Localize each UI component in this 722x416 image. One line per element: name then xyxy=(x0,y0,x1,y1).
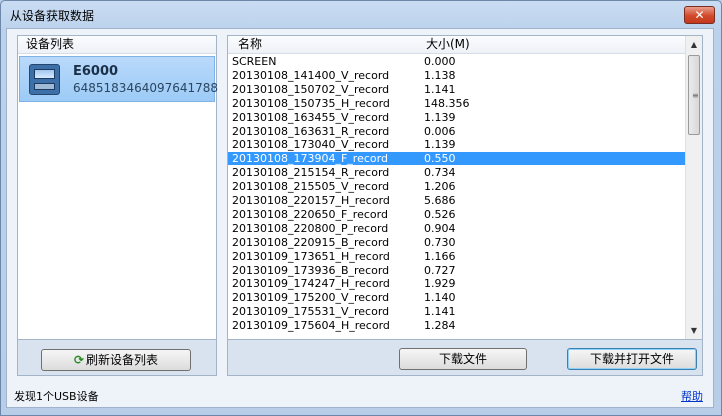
file-list-header: 名称 大小(M) xyxy=(228,36,686,54)
file-name: 20130109_175604_H_record xyxy=(232,319,390,333)
file-size: 0.727 xyxy=(424,263,456,277)
file-row[interactable]: 20130108_220800_P_record 0.904 xyxy=(228,222,686,235)
file-size: 1.139 xyxy=(424,110,456,124)
file-list-panel: 名称 大小(M) SCREEN 0.000 20130108_141400_V_re… xyxy=(227,35,703,340)
file-size: 1.166 xyxy=(424,249,456,263)
file-name: 20130109_174247_H_record xyxy=(232,277,390,291)
file-row[interactable]: 20130108_220915_B_record 0.730 xyxy=(228,236,686,249)
file-name: 20130108_220915_B_record xyxy=(232,235,390,249)
file-size: 0.526 xyxy=(424,207,456,221)
window-title: 从设备获取数据 xyxy=(10,9,95,23)
file-size: 0.000 xyxy=(424,55,456,68)
file-name: SCREEN xyxy=(232,55,277,68)
refresh-label: 刷新设备列表 xyxy=(86,353,159,367)
file-size: 1.139 xyxy=(424,138,456,152)
close-button[interactable]: ✕ xyxy=(684,6,715,24)
file-row[interactable]: 20130108_163455_V_record 1.139 xyxy=(228,111,686,124)
refresh-devices-button[interactable]: ⟳ 刷新设备列表 xyxy=(41,349,191,371)
file-size: 1.206 xyxy=(424,180,456,194)
file-name: 20130109_173936_B_record xyxy=(232,263,390,277)
file-size: 0.550 xyxy=(424,152,456,166)
file-size: 0.734 xyxy=(424,166,456,180)
file-row[interactable]: 20130109_175604_H_record 1.284 xyxy=(228,319,686,332)
download-file-button[interactable]: 下载文件 xyxy=(399,348,527,370)
file-row[interactable]: 20130108_173904_F_record 0.550 xyxy=(228,152,686,166)
file-name: 20130109_175200_V_record xyxy=(232,291,390,305)
file-size: 0.006 xyxy=(424,124,456,138)
file-row[interactable]: 20130109_175531_V_record 1.141 xyxy=(228,305,686,318)
file-size: 1.284 xyxy=(424,319,456,333)
file-row[interactable]: 20130109_174247_H_record 1.929 xyxy=(228,277,686,290)
download-open-file-button[interactable]: 下载并打开文件 xyxy=(567,348,697,370)
file-row[interactable]: 20130108_215505_V_record 1.206 xyxy=(228,180,686,193)
column-header-size[interactable]: 大小(M) xyxy=(426,36,470,53)
file-name: 20130108_220800_P_record xyxy=(232,221,389,235)
file-row[interactable]: 20130108_163631_R_record 0.006 xyxy=(228,125,686,138)
title-bar: 从设备获取数据 ✕ xyxy=(1,1,721,29)
file-size: 0.730 xyxy=(424,235,456,249)
file-row[interactable]: 20130109_175200_V_record 1.140 xyxy=(228,291,686,304)
file-name: 20130108_141400_V_record xyxy=(232,68,390,82)
device-serial: 6485183464097641788 xyxy=(73,81,219,95)
file-row[interactable]: 20130108_220157_H_record 5.686 xyxy=(228,194,686,207)
file-list-scrollbar[interactable]: ▲ ≡ ▼ xyxy=(685,36,702,339)
file-size: 1.140 xyxy=(424,291,456,305)
file-name: 20130108_173040_V_record xyxy=(232,138,390,152)
file-size: 1.138 xyxy=(424,68,456,82)
grip-icon: ≡ xyxy=(692,91,699,100)
file-size: 5.686 xyxy=(424,194,456,207)
file-name: 20130108_163631_R_record xyxy=(232,124,390,138)
help-link[interactable]: 帮助 xyxy=(681,388,703,404)
scrollbar-thumb[interactable]: ≡ xyxy=(688,55,700,135)
device-name: E6000 xyxy=(73,64,119,79)
device-item[interactable]: E6000 6485183464097641788 xyxy=(19,56,219,102)
file-name: 20130108_163455_V_record xyxy=(232,110,390,124)
file-name: 20130108_173904_F_record xyxy=(232,152,388,166)
device-list-header: 设备列表 xyxy=(18,36,216,54)
file-name: 20130108_220157_H_record xyxy=(232,194,390,207)
file-row[interactable]: SCREEN 0.000 xyxy=(228,55,686,68)
file-row[interactable]: 20130108_150702_V_record 1.141 xyxy=(228,83,686,96)
file-name: 20130109_173651_H_record xyxy=(232,249,390,263)
file-row[interactable]: 20130109_173936_B_record 0.727 xyxy=(228,264,686,277)
file-name: 20130108_215154_R_record xyxy=(232,166,390,180)
file-row[interactable]: 20130108_173040_V_record 1.139 xyxy=(228,138,686,151)
device-icon xyxy=(29,64,60,95)
file-row[interactable]: 20130109_173651_H_record 1.166 xyxy=(228,250,686,263)
file-name: 20130108_215505_V_record xyxy=(232,180,390,194)
file-name: 20130108_150702_V_record xyxy=(232,82,390,96)
file-size: 1.141 xyxy=(424,305,456,319)
file-size: 0.904 xyxy=(424,221,456,235)
status-text: 发现1个USB设备 xyxy=(14,390,99,403)
file-row[interactable]: 20130108_150735_H_record 148.356 xyxy=(228,97,686,110)
file-row[interactable]: 20130108_215154_R_record 0.734 xyxy=(228,166,686,179)
file-size: 148.356 xyxy=(424,96,470,110)
device-list-panel: 设备列表 E6000 6485183464097641788 xyxy=(17,35,219,340)
refresh-icon: ⟳ xyxy=(73,353,85,367)
file-size: 1.929 xyxy=(424,277,456,291)
file-row[interactable]: 20130108_220650_F_record 0.526 xyxy=(228,208,686,221)
column-header-name[interactable]: 名称 xyxy=(238,36,262,53)
file-list: SCREEN 0.000 20130108_141400_V_record 1.138… xyxy=(228,55,686,338)
scroll-up-arrow-icon[interactable]: ▲ xyxy=(686,36,702,53)
file-name: 20130108_220650_F_record xyxy=(232,207,388,221)
file-row[interactable]: 20130108_141400_V_record 1.138 xyxy=(228,69,686,82)
file-size: 1.141 xyxy=(424,82,456,96)
scroll-down-arrow-icon[interactable]: ▼ xyxy=(686,322,702,339)
file-name: 20130108_150735_H_record xyxy=(232,96,390,110)
file-name: 20130109_175531_V_record xyxy=(232,305,390,319)
